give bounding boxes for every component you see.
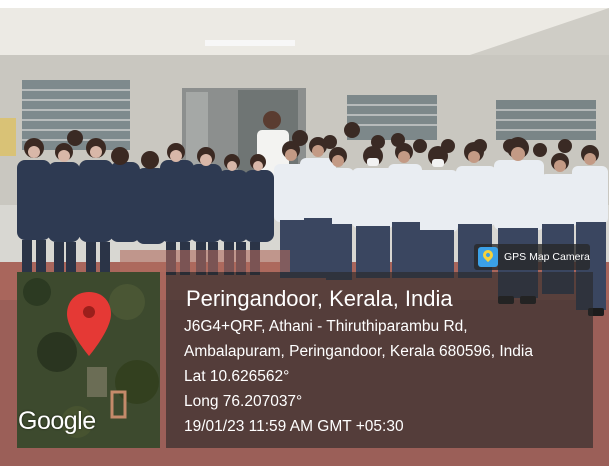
window-right [496,100,596,140]
app-badge: GPS Map Camera [474,244,590,270]
ceiling-light [205,40,295,46]
address-line-2: Ambalapuram, Peringandoor, Kerala 680596… [184,343,533,360]
window-middle [347,95,437,140]
address-line-1: J6G4+QRF, Athani - Thiruthiparambu Rd, [184,318,468,335]
location-title: Peringandoor, Kerala, India [186,286,453,311]
app-name: GPS Map Camera [504,251,590,263]
geotagged-photo: GPS Map Camera Google Peringandoor, Kera… [0,0,609,466]
google-map-attribution: Google [18,407,96,435]
longitude: Long 76.207037° [184,393,303,410]
gps-map-camera-icon [478,247,498,267]
latitude: Lat 10.626562° [184,368,290,385]
datetime: 19/01/23 11:59 AM GMT +05:30 [184,418,404,435]
